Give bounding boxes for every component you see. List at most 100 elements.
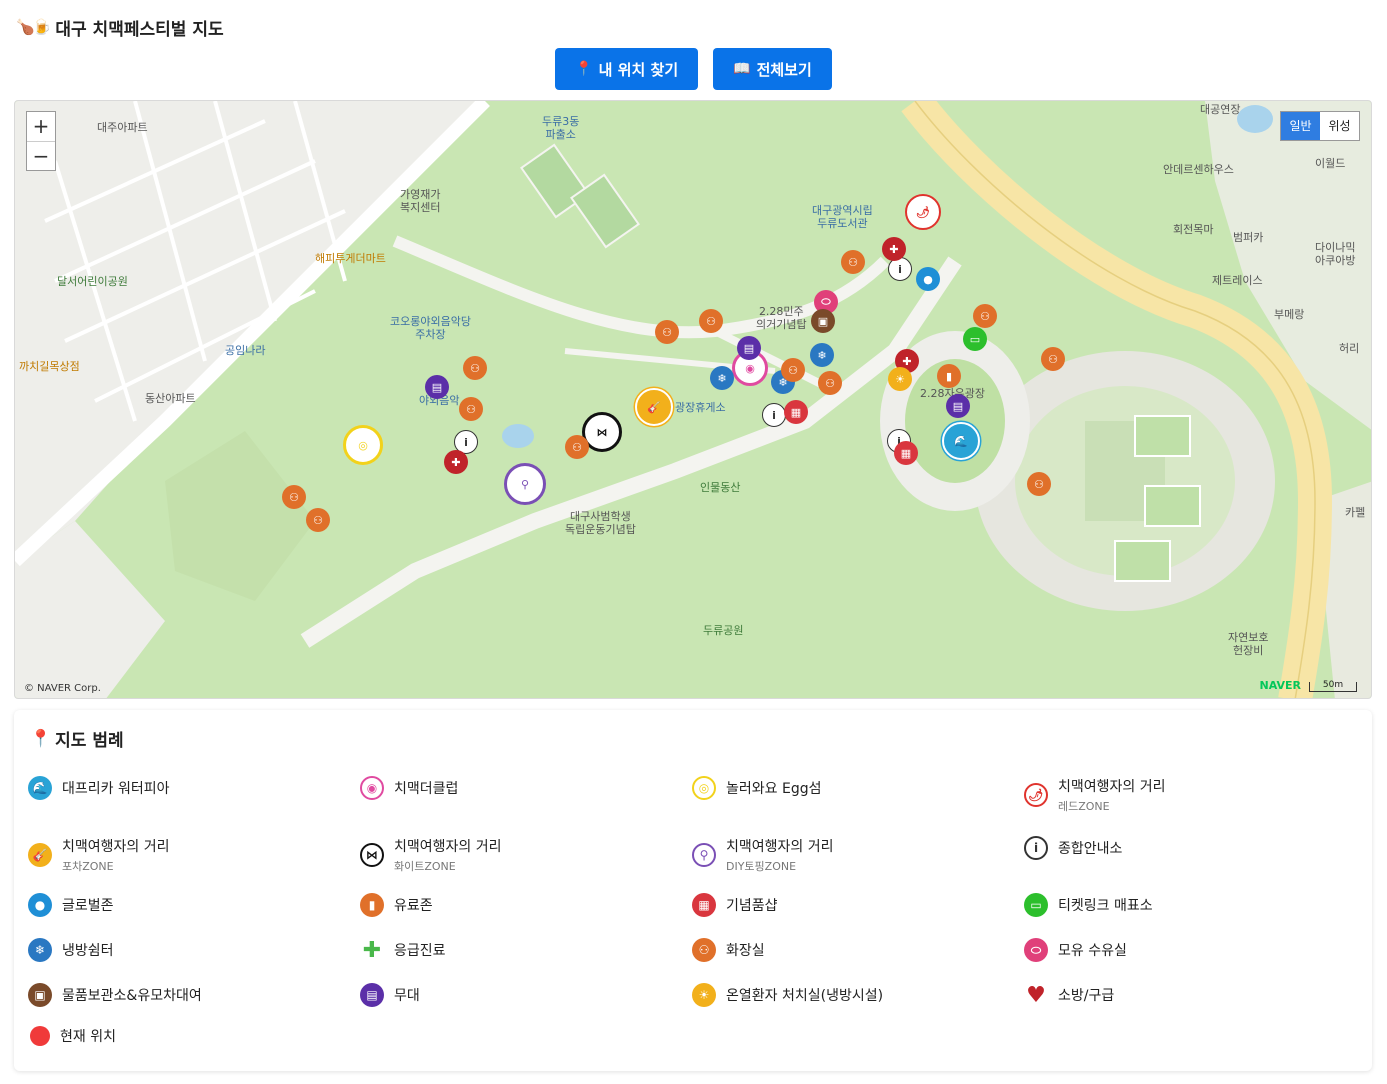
cooling-shelter-marker-2[interactable]: ❄ [710, 366, 734, 390]
map-label-duryu3dong: 두류3동 파출소 [542, 115, 580, 141]
global-zone-marker[interactable]: ● [916, 267, 940, 291]
legend-item-snow: ❄ 냉방쉼터 [28, 938, 114, 962]
paid-zone-marker[interactable]: ▮ [937, 364, 961, 388]
legend-item-label: 치맥여행자의 거리 [1058, 779, 1166, 795]
legend-item-gift: ▦ 기념품샵 [692, 893, 778, 917]
legend-item-text: 놀러와요 Egg섬 [726, 778, 821, 798]
legend-item-text: 종합안내소 [1058, 838, 1122, 858]
toilet-marker-6[interactable]: ⚇ [781, 358, 805, 382]
legend-item-sublabel: 포차ZONE [62, 860, 114, 873]
map-type-normal[interactable]: 일반 [1281, 112, 1320, 140]
toilet-marker-1[interactable]: ⚇ [841, 250, 865, 274]
cross-icon: ✚ [362, 937, 382, 963]
club-icon: ◉ [360, 776, 384, 800]
pocha-zone-marker[interactable]: 🎸 [635, 388, 673, 426]
naver-logo: NAVER [1259, 679, 1301, 692]
red-zone-marker[interactable]: 🌶 [905, 194, 941, 230]
legend-item-paid: ▮ 유료존 [360, 893, 433, 917]
fire-rescue-marker-2[interactable]: ✚ [444, 450, 468, 474]
map-label-duryu-park: 두류공원 [703, 624, 744, 637]
egg-island-marker[interactable]: ◎ [343, 425, 383, 465]
view-all-button[interactable]: 📖 전체보기 [713, 48, 832, 90]
toilet-marker-13[interactable]: ⚇ [1027, 472, 1051, 496]
map-label-dongsan: 동산아파트 [145, 392, 196, 405]
map-label-teachers: 대구사범학생 독립운동기념탑 [565, 510, 636, 536]
map-legend: 📍 지도 범례 🌊 대프리카 워터피아 ◉ 치맥더클럽 ◎ 놀러와요 Egg섬 🌶 치맥여행자… [14, 710, 1372, 1071]
toilet-marker-9[interactable]: ⚇ [459, 397, 483, 421]
toilet-marker-10[interactable]: ⚇ [565, 435, 589, 459]
book-icon: 📖 [733, 61, 751, 77]
legend-item-label: 치맥여행자의 거리 [62, 839, 170, 855]
page-title: 대구 치맥페스티벌 지도 [55, 19, 224, 40]
map-label-andersen: 안데르센하우스 [1163, 163, 1234, 176]
legend-item-whisk: ⚲ 치맥여행자의 거리 DIY토핑ZONE [692, 836, 834, 874]
globe-icon: ● [28, 893, 52, 917]
legend-item-club: ◉ 치맥더클럽 [360, 776, 458, 800]
stage-marker-3[interactable]: ▤ [946, 394, 970, 418]
toilet-marker-4[interactable]: ⚇ [973, 304, 997, 328]
gift-shop-marker-1[interactable]: ▦ [784, 400, 808, 424]
map-label-iworld: 이월드 [1315, 157, 1346, 170]
map-label-heuri: 허리 [1339, 342, 1360, 355]
gift-shop-marker-2[interactable]: ▦ [894, 441, 918, 465]
toilet-marker-2[interactable]: ⚇ [699, 309, 723, 333]
diy-zone-marker[interactable]: ⚲ [504, 463, 546, 505]
whisk-icon: ⚲ [692, 843, 716, 867]
locate-me-label: 내 위치 찾기 [598, 60, 679, 79]
stage-marker-1[interactable]: ▤ [737, 336, 761, 360]
toilet-marker-3[interactable]: ⚇ [655, 320, 679, 344]
bottle-icon: ⬭ [1024, 938, 1048, 962]
legend-item-text: 무대 [394, 985, 420, 1005]
legend-item-sublabel: 레드ZONE [1058, 800, 1110, 813]
toilet-marker-11[interactable]: ⚇ [282, 485, 306, 509]
legend-item-label: 글로벌존 [62, 898, 114, 914]
map-type-satellite[interactable]: 위성 [1320, 112, 1359, 140]
stage-marker-2[interactable]: ▤ [425, 375, 449, 399]
legend-item-text: 치맥여행자의 거리포차ZONE [62, 836, 170, 874]
toilet-marker-7[interactable]: ⚇ [818, 371, 842, 395]
toilet-marker-5[interactable]: ⚇ [1041, 347, 1065, 371]
info-marker-3[interactable]: i [762, 403, 786, 427]
legend-item-label: 물품보관소&유모차대여 [62, 988, 202, 1004]
map-label-daegong: 대공연장 [1200, 103, 1241, 116]
snow-icon: ❄ [28, 938, 52, 962]
map-copyright: © NAVER Corp. [24, 683, 101, 694]
waterpia-marker[interactable]: 🌊 [942, 422, 980, 460]
festival-map[interactable]: 대주아파트 두류3동 파출소 대공연장 이월드 안데르센하우스 회전목마 범퍼카… [14, 100, 1372, 699]
legend-item-text: 치맥여행자의 거리 화이트ZONE [394, 836, 502, 874]
legend-item-text: 기념품샵 [726, 895, 778, 915]
heat-care-marker[interactable]: ☀ [888, 367, 912, 391]
map-label-rest: 광장휴게소 [675, 401, 726, 414]
legend-item-heart: ♥ 소방/구급 [1024, 983, 1114, 1008]
locker-marker[interactable]: ▣ [811, 309, 835, 333]
legend-item-text: 글로벌존 [62, 895, 114, 915]
ticket-booth-marker[interactable]: ▭ [963, 327, 987, 351]
locate-me-button[interactable]: 📍 내 위치 찾기 [555, 48, 699, 90]
legend-item-label: 놀러와요 Egg섬 [726, 781, 822, 797]
legend-item-bottle: ⬭ 모유 수유실 [1024, 938, 1127, 962]
legend-item-dot: 현재 위치 [28, 1026, 116, 1046]
legend-item-toilet: ⚇ 화장실 [692, 938, 765, 962]
legend-item-cross: ✚ 응급진료 [360, 937, 446, 963]
toilet-marker-12[interactable]: ⚇ [306, 508, 330, 532]
legend-item-text: 온열환자 처치실(냉방시설) [726, 985, 883, 1005]
legend-item-sublabel: DIY토핑ZONE [726, 860, 797, 873]
guitar-icon: 🎸 [28, 843, 52, 867]
fire-rescue-marker-1[interactable]: ✚ [882, 237, 906, 261]
map-label-dong228: 2.28민주 의거기념탑 [756, 305, 807, 331]
cooling-shelter-marker-1[interactable]: ❄ [810, 343, 834, 367]
view-all-label: 전체보기 [756, 60, 812, 79]
legend-item-bowtie: ⋈ 치맥여행자의 거리 화이트ZONE [360, 836, 502, 874]
legend-item-label: 대프리카 워터피아 [62, 781, 170, 797]
toilet-marker-8[interactable]: ⚇ [463, 356, 487, 380]
zoom-in-button[interactable]: + [27, 112, 55, 141]
legend-item-label: 온열환자 처치실(냉방시설) [726, 988, 884, 1004]
page-header: 🍗🍺 대구 치맥페스티벌 지도 [16, 14, 224, 40]
legend-item-stage: ▤ 무대 [360, 983, 420, 1007]
legend-item-text: 모유 수유실 [1058, 940, 1127, 960]
legend-item-guitar: 🎸 치맥여행자의 거리포차ZONE [28, 836, 170, 874]
zoom-control: + − [26, 111, 56, 171]
map-base-layer [15, 101, 1371, 698]
legend-item-text: 대프리카 워터피아 [62, 778, 170, 798]
zoom-out-button[interactable]: − [27, 141, 55, 170]
